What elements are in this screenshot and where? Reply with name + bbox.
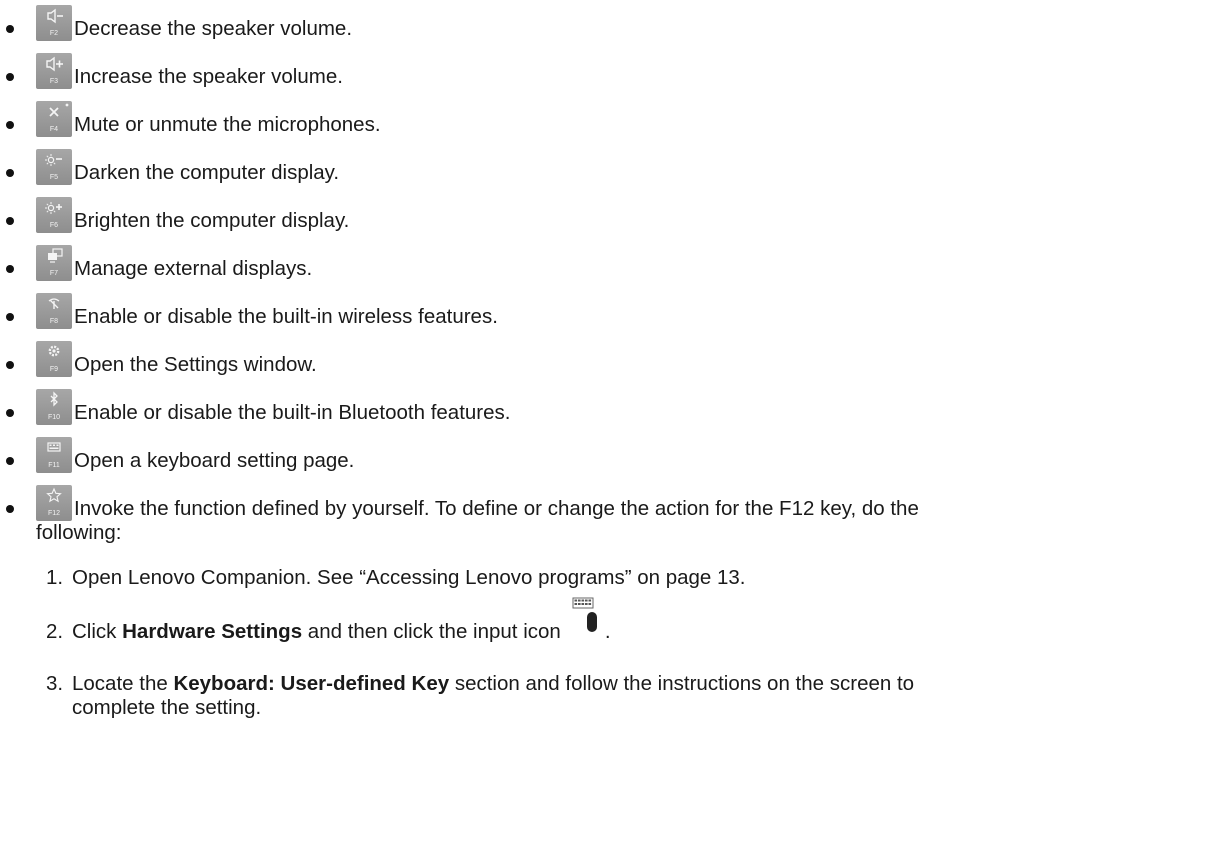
item-text: Enable or disable the built-in wireless … bbox=[74, 305, 498, 328]
item-text: Enable or disable the built-in Bluetooth… bbox=[74, 401, 511, 424]
item-text: Darken the computer display. bbox=[74, 161, 340, 184]
bullet-dot bbox=[6, 121, 14, 129]
step-text-continuation: complete the setting. bbox=[72, 696, 262, 719]
bullet-dot bbox=[6, 313, 14, 321]
item-text: Mute or unmute the microphones. bbox=[74, 113, 381, 136]
key-label: F10 bbox=[47, 414, 61, 421]
list-item: F3 Increase the speaker volume. bbox=[0, 48, 1212, 96]
step-text-post: and then click the input icon bbox=[302, 620, 561, 643]
step-text-end: . bbox=[604, 620, 611, 643]
input-icon bbox=[561, 597, 605, 644]
key-label: F2 bbox=[49, 30, 59, 37]
bullet-dot bbox=[6, 457, 14, 465]
list-item: F8 Enable or disable the built-in wirele… bbox=[0, 288, 1212, 336]
bullet-dot bbox=[6, 409, 14, 417]
item-text: Increase the speaker volume. bbox=[74, 65, 343, 88]
step-text-pre: Locate the bbox=[72, 672, 174, 695]
step-number: 1. bbox=[46, 566, 64, 589]
step-number: 2. bbox=[46, 620, 64, 643]
wireless-icon: F8 bbox=[36, 293, 72, 329]
item-text: Manage external displays. bbox=[74, 257, 313, 280]
bullet-dot bbox=[6, 505, 14, 513]
step-text-post: section and follow the instructions on t… bbox=[449, 672, 915, 695]
item-text: Open the Settings window. bbox=[74, 353, 317, 376]
key-label: F9 bbox=[49, 366, 59, 373]
bullet-dot bbox=[6, 265, 14, 273]
item-text: Brighten the computer display. bbox=[74, 209, 350, 232]
volume-down-icon: F2 bbox=[36, 5, 72, 41]
list-item: F6 Brighten the computer display. bbox=[0, 192, 1212, 240]
key-label: F5 bbox=[49, 174, 59, 181]
step-text: Open Lenovo Companion. See “Accessing Le… bbox=[72, 566, 746, 589]
bullet-dot bbox=[6, 169, 14, 177]
key-label: F11 bbox=[48, 462, 60, 469]
list-item: F9 Open the Settings window. bbox=[0, 336, 1212, 384]
bullet-dot bbox=[6, 361, 14, 369]
step-item: 1. Open Lenovo Companion. See “Accessing … bbox=[46, 566, 746, 590]
key-label: F3 bbox=[49, 78, 59, 85]
list-item: F2 Decrease the speaker volume. bbox=[0, 0, 1212, 48]
list-item: F10 Enable or disable the built-in Bluet… bbox=[0, 384, 1212, 432]
item-text: Decrease the speaker volume. bbox=[74, 17, 353, 40]
external-display-icon: F7 bbox=[36, 245, 72, 281]
item-text-continuation: following: bbox=[36, 521, 122, 544]
step-item: 3. Locate the Keyboard: User-defined Key … bbox=[46, 672, 914, 696]
settings-gear-icon: F9 bbox=[36, 341, 72, 377]
microphone-mute-icon: F4 bbox=[36, 101, 72, 137]
keyboard-icon: F11 bbox=[36, 437, 72, 473]
bullet-dot bbox=[6, 73, 14, 81]
brightness-down-icon: F5 bbox=[36, 149, 72, 185]
bullet-dot bbox=[6, 25, 14, 33]
key-label: F7 bbox=[49, 270, 59, 277]
item-text: Open a keyboard setting page. bbox=[74, 449, 355, 472]
step-number: 3. bbox=[46, 672, 64, 695]
list-item: F7 Manage external displays. bbox=[0, 240, 1212, 288]
list-item: F11 Open a keyboard setting page. bbox=[0, 432, 1212, 480]
keyboard-user-defined-key-label: Keyboard: User-defined Key bbox=[173, 672, 450, 695]
volume-up-icon: F3 bbox=[36, 53, 72, 89]
document-page: F2 Decrease the speaker volume. F3 Incre… bbox=[0, 0, 1212, 846]
key-label: F8 bbox=[49, 318, 59, 325]
key-label: F4 bbox=[49, 126, 59, 133]
step-text-pre: Click bbox=[72, 620, 123, 643]
brightness-up-icon: F6 bbox=[36, 197, 72, 233]
star-icon: F12 bbox=[36, 485, 72, 521]
item-text: Invoke the function defined by yourself.… bbox=[74, 497, 919, 520]
key-label: F12 bbox=[47, 510, 61, 517]
list-item: F12 Invoke the function defined by yours… bbox=[0, 480, 1212, 552]
hardware-settings-label: Hardware Settings bbox=[122, 620, 303, 643]
bullet-dot bbox=[6, 217, 14, 225]
step-item-continuation: complete the setting. bbox=[72, 696, 261, 720]
list-item: F5 Darken the computer display. bbox=[0, 144, 1212, 192]
step-item: 2. Click Hardware Settings and then click… bbox=[46, 597, 611, 644]
key-label: F6 bbox=[49, 222, 59, 229]
bluetooth-icon: F10 bbox=[36, 389, 72, 425]
list-item: F4 Mute or unmute the microphones. bbox=[0, 96, 1212, 144]
